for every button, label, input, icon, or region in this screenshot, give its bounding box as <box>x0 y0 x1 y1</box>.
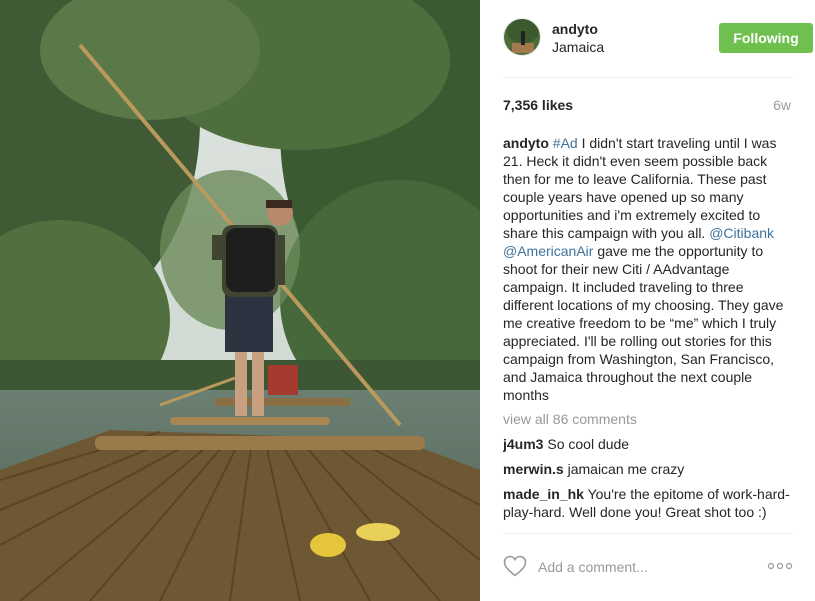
following-button[interactable]: Following <box>719 23 813 53</box>
comments-section: andyto #Ad I didn't start traveling unti… <box>503 134 795 533</box>
header-divider <box>503 77 793 78</box>
photo-artwork <box>0 0 480 601</box>
comment-username[interactable]: merwin.s <box>503 461 564 477</box>
comment-text: jamaican me crazy <box>563 461 685 477</box>
comment: made_in_hk You're the epitome of work-ha… <box>503 485 795 521</box>
caption-text-2: gave me the opportunity to shoot for the… <box>503 243 784 403</box>
header-username[interactable]: andyto <box>552 21 598 37</box>
caption-hashtag[interactable]: #Ad <box>553 135 578 151</box>
caption-mention-citibank[interactable]: @Citibank <box>709 225 774 241</box>
avatar-image <box>504 19 540 55</box>
likes-count[interactable]: 7,356 likes <box>503 97 573 113</box>
comment-username[interactable]: j4um3 <box>503 436 543 452</box>
view-all-comments-link[interactable]: view all 86 comments <box>503 410 795 428</box>
avatar[interactable] <box>503 18 541 56</box>
post-details-panel: andyto Jamaica Following 7,356 likes 6w … <box>481 0 815 601</box>
more-options-icon[interactable] <box>767 560 793 572</box>
caption-mention-americanair[interactable]: @AmericanAir <box>503 243 593 259</box>
header-location[interactable]: Jamaica <box>552 39 604 55</box>
footer-divider <box>503 533 793 534</box>
post-time[interactable]: 6w <box>773 97 791 113</box>
comment: j4um3 So cool dude <box>503 435 795 453</box>
caption-username[interactable]: andyto <box>503 135 549 151</box>
comment-username[interactable]: made_in_hk <box>503 486 584 502</box>
comment-text: So cool dude <box>543 436 630 452</box>
comment: merwin.s jamaican me crazy <box>503 460 795 478</box>
heart-icon[interactable] <box>503 555 527 577</box>
caption: andyto #Ad I didn't start traveling unti… <box>503 134 795 404</box>
add-comment-input[interactable] <box>538 557 738 577</box>
post-header: andyto Jamaica Following <box>503 18 813 60</box>
post-photo[interactable] <box>0 0 480 601</box>
